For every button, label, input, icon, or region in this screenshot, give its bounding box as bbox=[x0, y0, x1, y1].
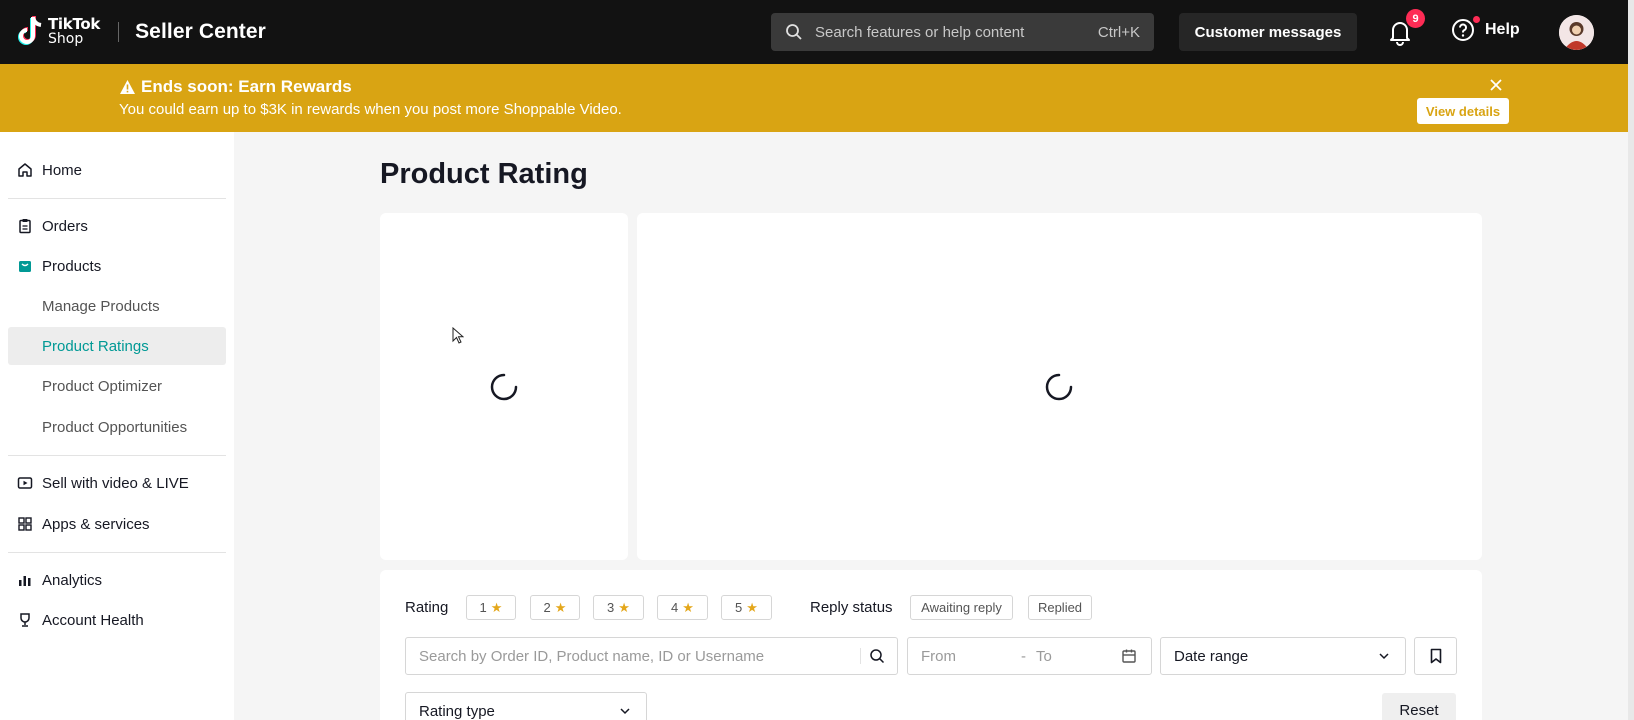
star-icon: ★ bbox=[618, 599, 630, 615]
chip-label: 1 bbox=[479, 600, 487, 615]
star-icon: ★ bbox=[746, 599, 758, 615]
chevron-down-icon bbox=[620, 708, 630, 715]
sidebar-item-manage-products[interactable]: Manage Products bbox=[8, 287, 226, 325]
save-filter-button[interactable] bbox=[1414, 637, 1457, 675]
rewards-banner: Ends soon: Earn Rewards You could earn u… bbox=[0, 64, 1628, 132]
replied-chip[interactable]: Replied bbox=[1028, 595, 1092, 620]
rating-filter-label: Rating bbox=[405, 599, 449, 616]
bookmark-icon bbox=[1430, 648, 1441, 664]
close-icon[interactable] bbox=[1487, 76, 1505, 94]
apps-grid-icon bbox=[16, 515, 34, 533]
sidebar-divider bbox=[8, 198, 226, 199]
sidebar-item-analytics[interactable]: Analytics bbox=[0, 560, 234, 600]
calendar-icon bbox=[1122, 649, 1136, 663]
search-placeholder: Search features or help content bbox=[815, 23, 1025, 41]
tiktok-logo-icon bbox=[16, 15, 44, 49]
sidebar-item-label: Orders bbox=[42, 217, 88, 235]
help-button[interactable]: Help bbox=[1451, 18, 1520, 42]
reset-button[interactable]: Reset bbox=[1382, 693, 1456, 720]
sidebar-item-label: Products bbox=[42, 257, 102, 275]
warning-icon bbox=[120, 80, 135, 94]
help-dot bbox=[1473, 16, 1480, 23]
awaiting-reply-chip[interactable]: Awaiting reply bbox=[910, 595, 1013, 620]
star-icon: ★ bbox=[554, 599, 567, 615]
rating-chip-1[interactable]: 1 ★ bbox=[466, 595, 516, 620]
bar-chart-icon bbox=[16, 571, 34, 589]
loading-spinner-icon bbox=[490, 373, 518, 401]
rating-chip-4[interactable]: 4 ★ bbox=[657, 595, 708, 620]
help-icon bbox=[1452, 19, 1474, 41]
sidebar-item-account-health[interactable]: Account Health bbox=[0, 600, 234, 640]
trophy-icon bbox=[16, 611, 34, 629]
notification-badge: 9 bbox=[1406, 9, 1425, 28]
sidebar-item-apps-services[interactable]: Apps & services bbox=[0, 504, 234, 544]
rating-chip-3[interactable]: 3 ★ bbox=[593, 595, 644, 620]
sidebar-item-products[interactable]: Products bbox=[0, 246, 234, 286]
sidebar-item-orders[interactable]: Orders bbox=[0, 206, 234, 246]
rating-type-value: Rating type bbox=[419, 702, 495, 720]
sidebar-item-label: Home bbox=[42, 161, 83, 179]
chip-label: 4 bbox=[671, 600, 679, 615]
global-search[interactable]: Search features or help content Ctrl+K bbox=[771, 13, 1154, 51]
date-separator: - bbox=[1021, 647, 1026, 665]
sidebar-divider bbox=[8, 552, 226, 553]
view-details-button[interactable]: View details bbox=[1417, 98, 1509, 124]
logo-tiktok-text: TikTok bbox=[48, 15, 101, 33]
sidebar-item-sell-video-live[interactable]: Sell with video & LIVE bbox=[0, 463, 234, 503]
avatar[interactable] bbox=[1559, 15, 1594, 50]
date-range-picker[interactable]: From - To bbox=[907, 637, 1152, 675]
page-title: Product Rating bbox=[380, 158, 588, 190]
sidebar-item-product-ratings[interactable]: Product Ratings bbox=[8, 327, 226, 365]
logo-shop-text: Shop bbox=[48, 31, 84, 47]
search-icon[interactable] bbox=[869, 648, 885, 664]
review-search-placeholder: Search by Order ID, Product name, ID or … bbox=[419, 647, 765, 665]
loading-spinner-icon bbox=[1045, 373, 1073, 401]
tiktok-shop-logo[interactable]: TikTok Shop bbox=[16, 12, 100, 52]
chip-label: 5 bbox=[735, 600, 743, 615]
sidebar-item-product-optimizer[interactable]: Product Optimizer bbox=[8, 367, 226, 405]
rating-chip-2[interactable]: 2 ★ bbox=[530, 595, 580, 620]
search-icon bbox=[786, 24, 802, 40]
sidebar-item-home[interactable]: Home bbox=[0, 150, 234, 190]
chip-label: 3 bbox=[607, 600, 615, 615]
rating-distribution-card bbox=[637, 213, 1482, 560]
reply-status-label: Reply status bbox=[810, 599, 893, 616]
rating-summary-card bbox=[380, 213, 628, 560]
star-icon: ★ bbox=[490, 599, 503, 615]
rating-type-select[interactable]: Rating type bbox=[405, 692, 647, 720]
help-label: Help bbox=[1485, 21, 1520, 38]
app-title[interactable]: Seller Center bbox=[135, 20, 266, 44]
home-icon bbox=[16, 161, 34, 179]
sidebar-item-product-opportunities[interactable]: Product Opportunities bbox=[8, 408, 226, 446]
sidebar-item-label: Apps & services bbox=[42, 515, 150, 533]
search-shortcut: Ctrl+K bbox=[1097, 23, 1140, 41]
sidebar: Home Orders Products Manage Products Pro… bbox=[0, 132, 234, 720]
date-from-placeholder: From bbox=[921, 647, 956, 665]
date-range-value: Date range bbox=[1174, 647, 1249, 665]
banner-message: You could earn up to $3K in rewards when… bbox=[119, 101, 622, 118]
rating-chip-5[interactable]: 5 ★ bbox=[721, 595, 772, 620]
input-divider bbox=[860, 648, 861, 664]
video-icon bbox=[16, 474, 34, 492]
clipboard-icon bbox=[16, 217, 34, 235]
star-icon: ★ bbox=[682, 599, 694, 615]
date-to-placeholder: To bbox=[1036, 647, 1052, 665]
sidebar-item-label: Analytics bbox=[42, 571, 103, 589]
banner-title: Ends soon: Earn Rewards bbox=[141, 77, 352, 96]
date-range-select[interactable]: Date range bbox=[1160, 637, 1406, 675]
chip-label: 2 bbox=[543, 600, 551, 615]
page-scrollbar[interactable] bbox=[1628, 0, 1634, 720]
product-bag-icon bbox=[16, 257, 34, 275]
sidebar-item-label: Account Health bbox=[42, 611, 144, 629]
customer-messages-button[interactable]: Customer messages bbox=[1179, 13, 1357, 51]
chevron-down-icon bbox=[1379, 653, 1389, 660]
sidebar-item-label: Sell with video & LIVE bbox=[42, 474, 189, 492]
sidebar-divider bbox=[8, 455, 226, 456]
logo-divider bbox=[118, 22, 120, 42]
mouse-cursor-icon bbox=[452, 327, 464, 344]
review-search-input[interactable]: Search by Order ID, Product name, ID or … bbox=[405, 637, 898, 675]
